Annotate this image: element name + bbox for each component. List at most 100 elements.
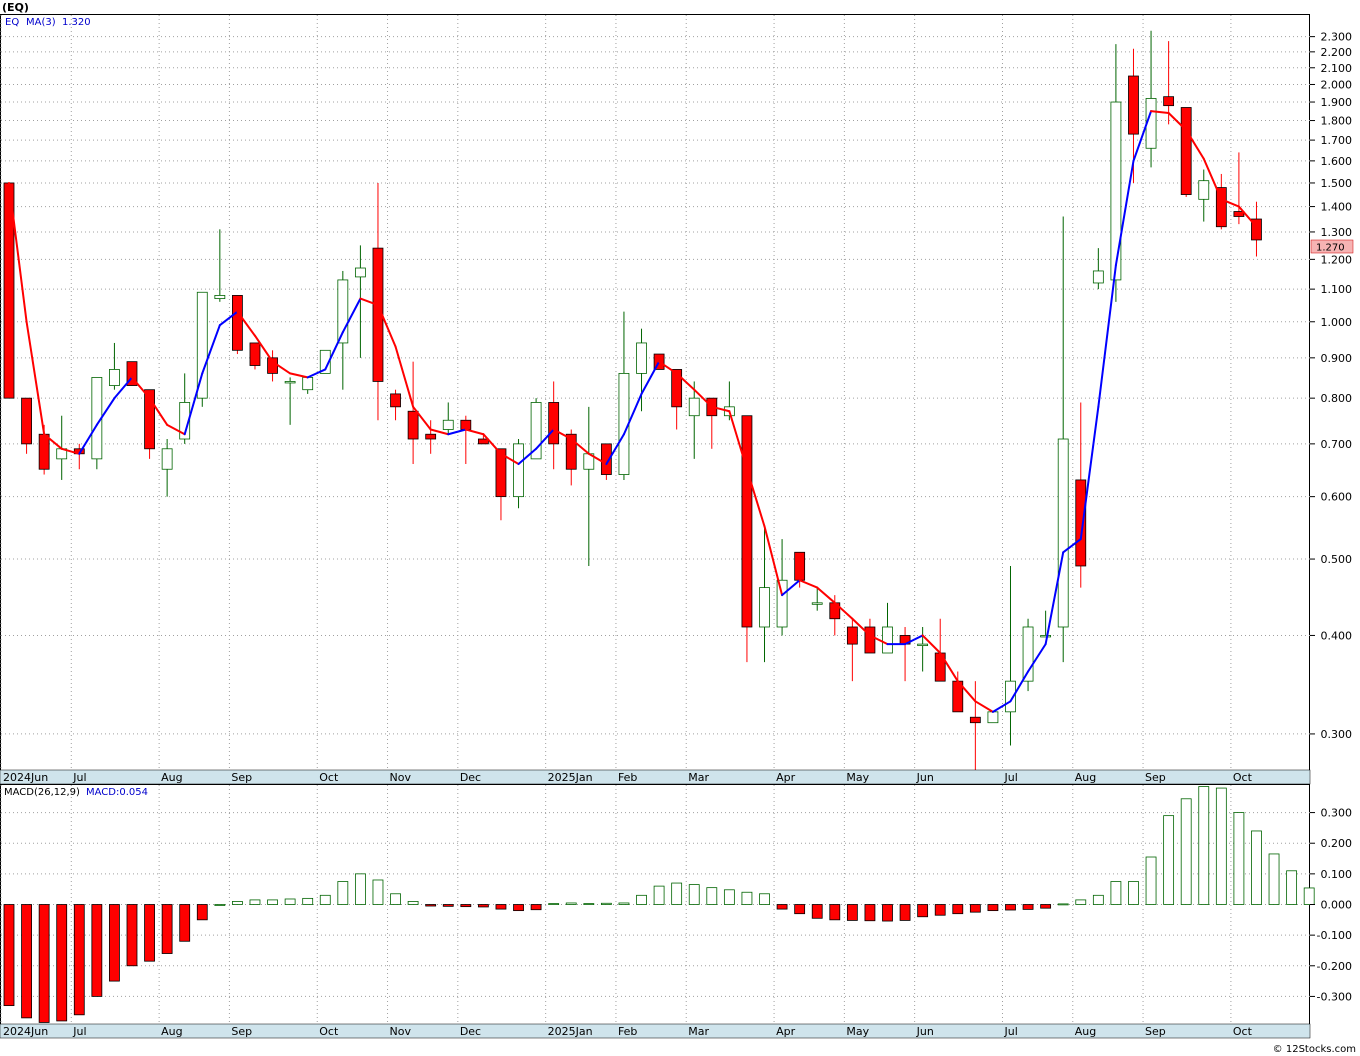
macd-bar — [671, 882, 683, 905]
macd-bar — [1215, 787, 1227, 905]
stock-chart: 0.300 0.400 0.500 0.600 0.700 0.800 0.900 1.000… — [0, 0, 1360, 1056]
month-label: May — [846, 1025, 869, 1038]
month-label: Jul — [72, 1025, 86, 1038]
macd-bar — [1005, 904, 1016, 911]
macd-bar — [688, 884, 700, 905]
macd-bar — [600, 902, 612, 905]
month-label: Dec — [460, 771, 481, 784]
candle-body — [1057, 438, 1069, 628]
candle-body — [249, 342, 261, 366]
macd-bar — [513, 904, 524, 912]
macd-bar — [653, 885, 665, 905]
candle-body — [741, 415, 753, 628]
macd-bar — [161, 904, 173, 954]
macd-bar — [284, 898, 296, 905]
price-tick-label: 1.100 — [1321, 283, 1353, 296]
price-tick-label: 2.200 — [1321, 46, 1353, 59]
footer-credit: © 12Stocks.com — [1273, 1044, 1356, 1055]
legend-symbol: EQ — [5, 17, 19, 28]
macd-bar — [1040, 904, 1052, 909]
macd-bar — [1303, 887, 1315, 905]
price-tick-label: 0.300 — [1321, 728, 1353, 741]
candle-body — [425, 433, 437, 440]
month-label: Aug — [1075, 1025, 1096, 1038]
price-tick-label: 1.300 — [1321, 226, 1353, 239]
macd-bar — [214, 904, 226, 906]
month-label: Aug — [161, 771, 182, 784]
macd-tick-label: 0.100 — [1321, 868, 1353, 881]
candle-body — [1163, 96, 1175, 107]
month-label: 2024Jun — [3, 1025, 48, 1038]
candle-body — [1233, 211, 1245, 217]
macd-bar — [618, 902, 630, 905]
candle-body — [477, 438, 489, 445]
price-x-axis-band — [0, 769, 1311, 785]
macd-bar — [952, 904, 964, 915]
macd-x-axis-band — [0, 1023, 1311, 1039]
month-label: 2025Jan — [548, 771, 593, 784]
candle-body — [548, 402, 560, 445]
month-label: Dec — [460, 1025, 481, 1038]
macd-bar — [354, 873, 366, 905]
macd-bar — [477, 904, 489, 908]
macd-bar — [407, 901, 419, 905]
macd-bar — [1163, 815, 1175, 905]
candle-body — [302, 377, 314, 391]
legend-ma-value: 1.320 — [62, 17, 91, 28]
macd-bar — [56, 904, 68, 1022]
month-label: Oct — [1233, 771, 1253, 784]
candle-body — [811, 602, 823, 605]
price-tick-label: 1.700 — [1321, 134, 1353, 147]
price-tick-label: 1.500 — [1321, 177, 1353, 190]
macd-tick-label: 0.000 — [1321, 899, 1353, 912]
macd-bar — [460, 904, 472, 908]
macd-bar — [706, 887, 718, 905]
candle-body — [1198, 180, 1210, 200]
candle-body — [21, 397, 32, 445]
candle-body — [530, 402, 542, 460]
macd-bar — [337, 881, 349, 905]
candle-body — [1128, 75, 1139, 135]
candle-body — [882, 626, 893, 654]
macd-bar — [1075, 899, 1087, 905]
candle-body — [354, 267, 366, 278]
legend-ma: MA(3) — [26, 17, 56, 28]
month-label: Jul — [1003, 771, 1017, 784]
macd-bar — [1180, 798, 1192, 905]
macd-bar — [829, 904, 841, 921]
macd-tick-label: 0.300 — [1321, 807, 1353, 820]
price-tick-label: 2.100 — [1321, 62, 1353, 75]
candle-body — [109, 369, 120, 386]
macd-bar — [530, 904, 542, 911]
macd-bar — [302, 897, 314, 905]
candle-body — [776, 579, 788, 628]
macd-bar — [372, 879, 384, 905]
month-label: Sep — [1145, 771, 1166, 784]
candle-body — [846, 626, 858, 645]
macd-bar — [565, 902, 577, 905]
macd-bar — [425, 904, 437, 907]
macd-bar — [179, 904, 191, 942]
macd-bar — [73, 904, 85, 1016]
candle-body — [232, 295, 243, 351]
month-label: Apr — [776, 771, 796, 784]
macd-bar — [249, 899, 261, 905]
month-label: Jun — [916, 771, 934, 784]
candle-body — [671, 369, 683, 408]
month-label: Oct — [319, 1025, 339, 1038]
macd-bar — [1251, 830, 1262, 905]
month-label: 2024Jun — [3, 771, 48, 784]
macd-bar — [196, 904, 208, 921]
macd-bar — [1022, 904, 1034, 910]
price-tick-label: 2.300 — [1321, 31, 1353, 44]
macd-bar — [91, 904, 103, 997]
month-label: Feb — [618, 1025, 637, 1038]
candle-body — [969, 716, 981, 724]
macd-bar — [882, 904, 893, 922]
price-tick-label: 0.600 — [1321, 491, 1353, 504]
macd-bar — [267, 899, 278, 905]
candle-body — [759, 587, 770, 628]
macd-bar — [144, 904, 155, 962]
month-label: Apr — [776, 1025, 796, 1038]
macd-bar — [1092, 894, 1104, 905]
